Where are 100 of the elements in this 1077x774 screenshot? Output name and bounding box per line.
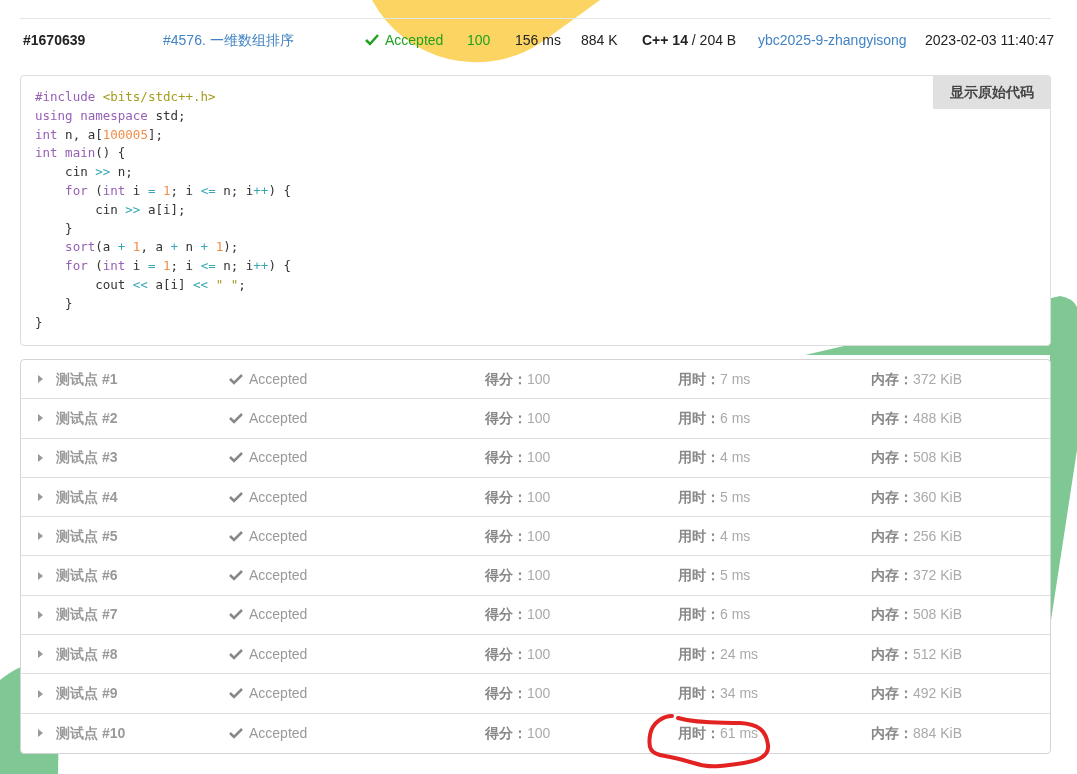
check-icon: [229, 452, 243, 464]
show-raw-code-button[interactable]: 显示原始代码: [933, 75, 1051, 109]
status-text: Accepted: [249, 448, 308, 468]
code-line: }: [35, 313, 43, 332]
score-value: 100: [527, 526, 551, 546]
check-icon: [229, 648, 243, 660]
status-text: Accepted: [249, 605, 308, 625]
expand-triangle-icon[interactable]: [38, 650, 44, 659]
code-line: sort(a + 1, a + n + 1);: [64, 238, 239, 257]
status-text: Accepted: [249, 684, 308, 703]
test-case-label[interactable]: 测试点 #9: [56, 683, 118, 704]
status-text: Accepted: [249, 408, 308, 428]
test-case-label[interactable]: 测试点 #1: [56, 368, 118, 390]
score-label: 得分：: [485, 408, 527, 428]
test-case-label[interactable]: 测试点 #5: [56, 525, 118, 547]
test-case-label[interactable]: 测试点 #10: [56, 722, 126, 744]
test-case-label[interactable]: 测试点 #2: [56, 407, 118, 429]
check-icon: [229, 530, 243, 542]
time-label: 用时：: [678, 369, 720, 389]
expand-triangle-icon[interactable]: [38, 571, 44, 580]
check-icon: [229, 373, 243, 385]
time-value: 5 ms: [720, 487, 751, 507]
score-value: 100: [527, 369, 551, 389]
time-value: 4 ms: [720, 526, 751, 546]
score-text: 100: [467, 30, 491, 50]
test-case-label[interactable]: 测试点 #3: [56, 447, 118, 469]
check-icon: [365, 34, 379, 46]
score-value: 100: [527, 644, 551, 664]
expand-triangle-icon[interactable]: [38, 532, 44, 541]
score-label: 得分：: [485, 526, 527, 546]
score-label: 得分：: [485, 605, 527, 625]
score-value: 100: [527, 448, 551, 468]
memory-label: 内存：: [871, 408, 913, 428]
status-text: Accepted: [249, 526, 308, 546]
score-value: 100: [527, 487, 551, 507]
memory-value: 360 KiB: [913, 487, 963, 507]
expand-triangle-icon[interactable]: [38, 729, 44, 738]
code-line: cin >> n;: [64, 163, 133, 182]
check-icon: [229, 609, 243, 621]
status-text: Accepted: [249, 644, 308, 664]
memory-label: 内存：: [871, 369, 913, 389]
memory-label: 内存：: [871, 684, 913, 703]
expand-triangle-icon[interactable]: [38, 493, 44, 502]
expand-triangle-icon[interactable]: [38, 689, 44, 698]
score-label: 得分：: [485, 487, 527, 507]
time-value: 6 ms: [720, 408, 751, 428]
code-line: for (int i = 1; i <= n; i++) {: [64, 182, 291, 200]
code-line: using namespace std;: [35, 106, 186, 125]
check-icon: [229, 727, 243, 739]
status-text: Accepted: [249, 566, 308, 586]
test-case-label[interactable]: 测试点 #7: [56, 604, 118, 626]
time-value: 6 ms: [720, 605, 751, 625]
status-text: Accepted: [249, 487, 308, 507]
expand-triangle-icon[interactable]: [38, 414, 44, 423]
time-value: 24 ms: [720, 644, 759, 664]
time-label: 用时：: [678, 448, 720, 468]
score-value: 100: [527, 684, 551, 703]
score-value: 100: [527, 605, 551, 625]
memory-value: 508 KiB: [913, 448, 963, 468]
status-text: Accepted: [249, 723, 308, 743]
time-label: 用时：: [678, 487, 720, 507]
code-line: #include <bits/stdc++.h>: [35, 88, 216, 106]
expand-triangle-icon[interactable]: [38, 610, 44, 619]
check-icon: [229, 412, 243, 424]
score-value: 100: [527, 566, 551, 586]
memory-text: 884 K: [581, 30, 618, 50]
expand-triangle-icon[interactable]: [38, 453, 44, 462]
code-line: int n, a[100005];: [35, 125, 163, 144]
score-label: 得分：: [485, 448, 527, 468]
time-text: 156 ms: [515, 30, 561, 50]
time-label: 用时：: [678, 723, 720, 743]
memory-value: 512 KiB: [913, 644, 963, 664]
expand-triangle-icon[interactable]: [38, 375, 44, 384]
score-value: 100: [527, 408, 551, 428]
memory-label: 内存：: [871, 448, 913, 468]
score-value: 100: [527, 723, 551, 743]
memory-label: 内存：: [871, 487, 913, 507]
submitter-link[interactable]: ybc2025-9-zhangyisong: [758, 29, 907, 51]
code-line: }: [64, 294, 73, 313]
problem-link[interactable]: #4576. 一维数组排序: [163, 29, 294, 51]
test-case-label[interactable]: 测试点 #6: [56, 565, 118, 587]
memory-value: 256 KiB: [913, 526, 963, 546]
memory-label: 内存：: [871, 566, 913, 586]
score-label: 得分：: [485, 723, 527, 743]
test-case-label[interactable]: 测试点 #8: [56, 643, 118, 665]
time-label: 用时：: [678, 566, 720, 586]
submission-id: #1670639: [23, 30, 86, 50]
memory-label: 内存：: [871, 526, 913, 546]
code-line: int main() {: [35, 144, 126, 163]
check-icon: [229, 688, 243, 699]
time-value: 4 ms: [720, 448, 751, 468]
memory-value: 372 KiB: [913, 566, 963, 586]
time-label: 用时：: [678, 605, 720, 625]
memory-value: 372 KiB: [913, 369, 963, 389]
memory-value: 884 KiB: [913, 723, 963, 743]
score-label: 得分：: [485, 684, 527, 703]
time-label: 用时：: [678, 684, 720, 703]
check-icon: [229, 491, 243, 503]
code-line: cout << a[i] << " ";: [94, 275, 246, 294]
test-case-label[interactable]: 测试点 #4: [56, 486, 118, 508]
